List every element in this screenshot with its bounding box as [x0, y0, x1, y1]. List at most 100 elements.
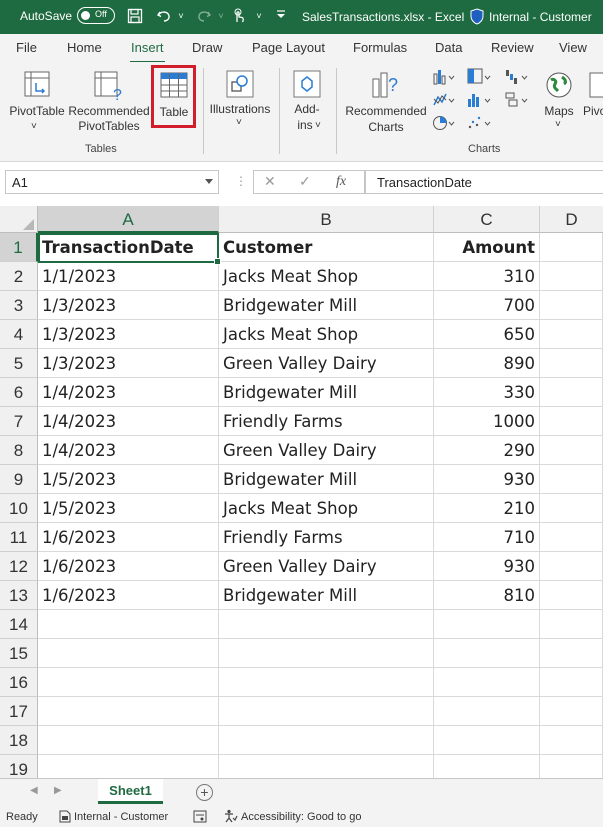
pie-chart-icon[interactable] — [433, 114, 457, 132]
recommended-pivottables-button[interactable]: ? Recommended PivotTables — [68, 67, 150, 139]
row-header[interactable]: 4 — [0, 320, 38, 349]
illustrations-button[interactable]: Illustrations ˅ — [207, 67, 273, 139]
statistic-chart-icon[interactable] — [467, 91, 491, 109]
pivotchart-button[interactable]: Pivo — [580, 67, 603, 139]
row-header[interactable]: 12 — [0, 552, 38, 581]
row-header[interactable]: 2 — [0, 262, 38, 291]
data-cell[interactable]: 930 — [434, 552, 540, 581]
cancel-icon[interactable]: ✕ — [264, 173, 276, 190]
data-cell[interactable]: 1000 — [434, 407, 540, 436]
tab-home[interactable]: Home — [67, 40, 102, 55]
data-cell[interactable]: Jacks Meat Shop — [219, 262, 434, 291]
data-cell[interactable]: 1/3/2023 — [38, 291, 219, 320]
empty-cell[interactable] — [38, 726, 219, 755]
data-cell[interactable]: 1/4/2023 — [38, 407, 219, 436]
tab-file[interactable]: File — [16, 40, 37, 55]
touch-dropdown-icon[interactable]: ˅ — [251, 8, 267, 24]
scatter-chart-icon[interactable] — [467, 114, 491, 132]
empty-cell[interactable] — [540, 436, 603, 465]
data-cell[interactable]: Green Valley Dairy — [219, 552, 434, 581]
tab-page-layout[interactable]: Page Layout — [252, 40, 325, 55]
data-cell[interactable]: Bridgewater Mill — [219, 291, 434, 320]
recommended-charts-button[interactable]: ? Recommended Charts — [342, 67, 430, 139]
header-cell[interactable]: Amount — [434, 233, 540, 262]
row-header[interactable]: 10 — [0, 494, 38, 523]
data-cell[interactable]: Bridgewater Mill — [219, 465, 434, 494]
tab-formulas[interactable]: Formulas — [353, 40, 407, 55]
empty-cell[interactable] — [540, 233, 603, 262]
row-header[interactable]: 15 — [0, 639, 38, 668]
accessibility-icon[interactable] — [224, 809, 238, 823]
status-sensitivity[interactable]: Internal - Customer — [74, 811, 168, 823]
tab-insert[interactable]: Insert — [130, 40, 165, 64]
addins-button[interactable]: Add- ins ˅ — [284, 67, 330, 139]
data-cell[interactable]: Friendly Farms — [219, 523, 434, 552]
status-accessibility[interactable]: Accessibility: Good to go — [241, 811, 361, 823]
empty-cell[interactable] — [219, 697, 434, 726]
empty-cell[interactable] — [540, 349, 603, 378]
data-cell[interactable]: 1/4/2023 — [38, 378, 219, 407]
row-header[interactable]: 13 — [0, 581, 38, 610]
sensitivity-label[interactable]: Internal - Customer — [489, 10, 592, 24]
empty-cell[interactable] — [434, 668, 540, 697]
data-cell[interactable]: 710 — [434, 523, 540, 552]
empty-cell[interactable] — [540, 668, 603, 697]
row-header[interactable]: 1 — [0, 233, 38, 262]
data-cell[interactable]: Green Valley Dairy — [219, 349, 434, 378]
data-cell[interactable]: 890 — [434, 349, 540, 378]
empty-cell[interactable] — [540, 494, 603, 523]
empty-cell[interactable] — [540, 697, 603, 726]
insert-function-icon[interactable]: fx — [336, 174, 346, 190]
column-header-c[interactable]: C — [434, 206, 540, 233]
data-cell[interactable]: 1/1/2023 — [38, 262, 219, 291]
empty-cell[interactable] — [540, 407, 603, 436]
empty-cell[interactable] — [540, 262, 603, 291]
row-header[interactable]: 8 — [0, 436, 38, 465]
undo-icon[interactable] — [156, 8, 172, 24]
empty-cell[interactable] — [38, 668, 219, 697]
empty-cell[interactable] — [540, 523, 603, 552]
save-icon[interactable] — [127, 8, 143, 24]
data-cell[interactable]: 1/3/2023 — [38, 320, 219, 349]
combo-chart-icon[interactable] — [505, 91, 529, 109]
data-cell[interactable]: 210 — [434, 494, 540, 523]
formula-input[interactable]: TransactionDate — [365, 170, 603, 194]
empty-cell[interactable] — [219, 610, 434, 639]
pivottable-button[interactable]: PivotTable ˅ — [6, 67, 68, 139]
sheet-tab-sheet1[interactable]: Sheet1 — [98, 779, 163, 804]
row-header[interactable]: 5 — [0, 349, 38, 378]
data-cell[interactable]: Bridgewater Mill — [219, 581, 434, 610]
row-header[interactable]: 9 — [0, 465, 38, 494]
data-cell[interactable]: Bridgewater Mill — [219, 378, 434, 407]
empty-cell[interactable] — [38, 610, 219, 639]
row-header[interactable]: 18 — [0, 726, 38, 755]
waterfall-chart-icon[interactable] — [505, 68, 529, 86]
empty-cell[interactable] — [540, 465, 603, 494]
empty-cell[interactable] — [219, 668, 434, 697]
empty-cell[interactable] — [219, 639, 434, 668]
empty-cell[interactable] — [434, 697, 540, 726]
empty-cell[interactable] — [434, 610, 540, 639]
data-cell[interactable]: 310 — [434, 262, 540, 291]
tab-review[interactable]: Review — [491, 40, 534, 55]
name-box-dropdown-icon[interactable] — [205, 179, 213, 184]
data-cell[interactable]: 810 — [434, 581, 540, 610]
header-cell[interactable]: TransactionDate — [38, 233, 219, 262]
data-cell[interactable]: 290 — [434, 436, 540, 465]
formula-bar-grip-icon[interactable]: ⋮ — [235, 174, 247, 188]
tab-data[interactable]: Data — [435, 40, 462, 55]
row-header[interactable]: 16 — [0, 668, 38, 697]
data-cell[interactable]: 1/4/2023 — [38, 436, 219, 465]
header-cell[interactable]: Customer — [219, 233, 434, 262]
redo-dropdown-icon[interactable]: ˅ — [213, 8, 229, 24]
data-cell[interactable]: 1/6/2023 — [38, 581, 219, 610]
enter-icon[interactable]: ✓ — [299, 173, 311, 190]
empty-cell[interactable] — [540, 610, 603, 639]
row-header[interactable]: 11 — [0, 523, 38, 552]
row-header[interactable]: 6 — [0, 378, 38, 407]
empty-cell[interactable] — [540, 378, 603, 407]
column-chart-icon[interactable] — [433, 68, 457, 86]
empty-cell[interactable] — [540, 726, 603, 755]
empty-cell[interactable] — [540, 552, 603, 581]
redo-icon[interactable] — [196, 8, 212, 24]
